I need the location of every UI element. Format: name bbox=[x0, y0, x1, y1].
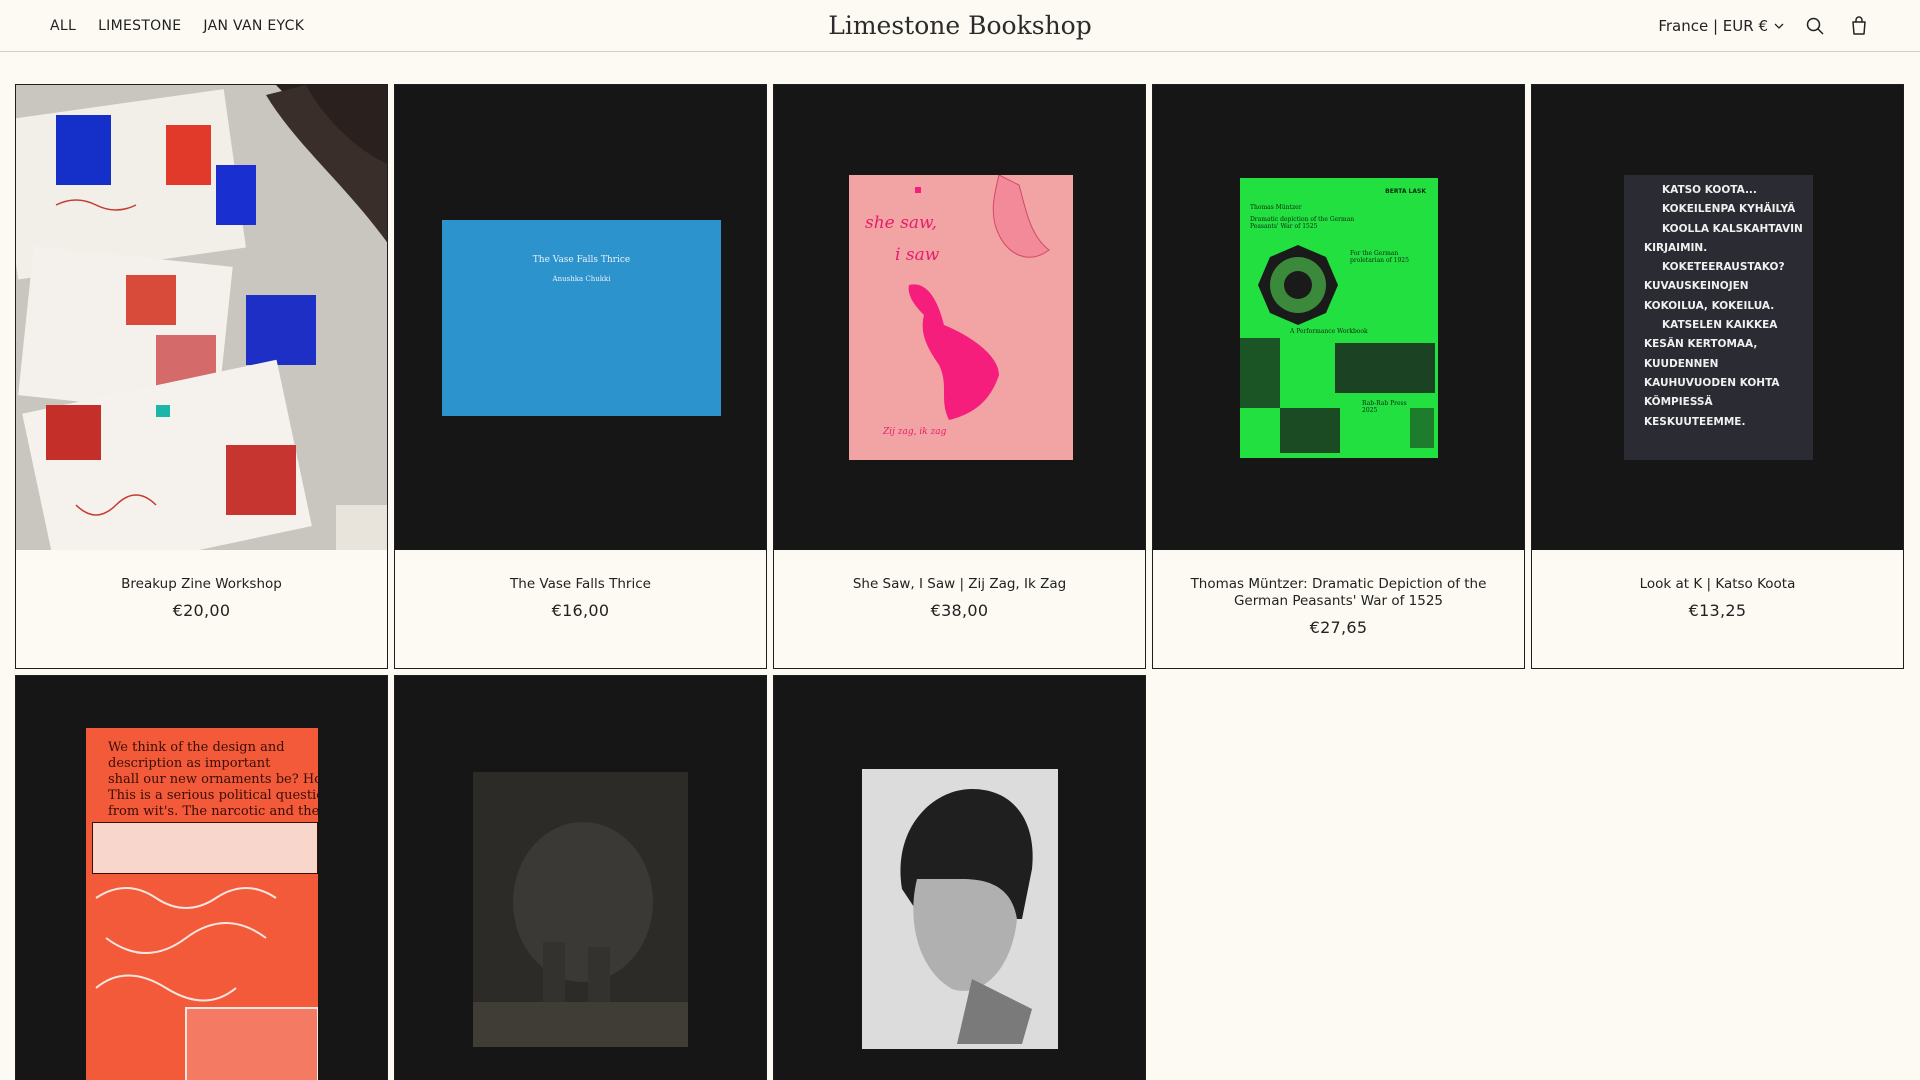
cover-line: KATSO KOOTA... bbox=[1662, 184, 1757, 196]
cover-line: KESÄN KERTOMAA, bbox=[1644, 338, 1758, 351]
cover-author: Anushka Chukki bbox=[552, 275, 611, 283]
product-info: Breakup Zine Workshop €20,00 bbox=[16, 550, 387, 668]
nav-all[interactable]: ALL bbox=[50, 18, 76, 34]
cover-line: description as important bbox=[108, 756, 271, 771]
cover-rosette-icon bbox=[1258, 245, 1338, 325]
product-price: €20,00 bbox=[172, 601, 231, 620]
product-image[interactable]: We think of the design and description a… bbox=[16, 676, 387, 1080]
cover-line: KOKOILUA, KOKEILUA. bbox=[1644, 299, 1775, 312]
product-card[interactable]: KATSO KOOTA... KOKEILENPA KYHÄILYÄ KOOLL… bbox=[1531, 84, 1904, 669]
cover-line: KESKUUTEEMME. bbox=[1644, 415, 1746, 428]
cover-line: KOKEILENPA KYHÄILYÄ bbox=[1662, 203, 1796, 216]
cover-title: The Vase Falls Thrice bbox=[532, 255, 631, 265]
product-title[interactable]: Look at K | Katso Koota bbox=[1532, 576, 1903, 593]
cover-line: KOKETEERAUSTAKO? bbox=[1662, 261, 1785, 274]
cover-line: KUUDENNEN bbox=[1644, 357, 1719, 370]
book-cover bbox=[473, 772, 688, 1047]
product-info: Thomas Müntzer: Dramatic Depiction of th… bbox=[1153, 550, 1524, 668]
cover-subtitle: Dramatic depiction of the German Peasant… bbox=[1250, 216, 1355, 230]
product-info: The Vase Falls Thrice €16,00 bbox=[395, 550, 766, 668]
cart-icon bbox=[1852, 16, 1866, 35]
product-card[interactable] bbox=[394, 675, 767, 1080]
cover-line: KATSELEN KAIKKEA bbox=[1662, 319, 1778, 332]
chevron-down-icon bbox=[1774, 23, 1784, 29]
product-image[interactable]: KATSO KOOTA... KOKEILENPA KYHÄILYÄ KOOLL… bbox=[1532, 85, 1903, 550]
cover-text-1: she saw, bbox=[865, 213, 937, 233]
cover-portrait-photo bbox=[862, 769, 1058, 1049]
cart-button[interactable] bbox=[1846, 13, 1872, 39]
cover-line: shall our new ornaments be? How bbox=[108, 772, 318, 787]
product-title[interactable]: Thomas Müntzer: Dramatic Depiction of th… bbox=[1153, 576, 1524, 610]
book-cover: We think of the design and description a… bbox=[86, 728, 318, 1080]
product-grid: Breakup Zine Workshop €20,00 The Vase Fa… bbox=[15, 84, 1905, 1080]
product-title[interactable]: Breakup Zine Workshop bbox=[16, 576, 387, 593]
product-card[interactable]: BERTA LASK Thomas Müntzer Dramatic depic… bbox=[1152, 84, 1525, 669]
site-logo[interactable]: Limestone Bookshop bbox=[828, 11, 1091, 40]
cover-line: from wit's. The narcotic and the bbox=[108, 804, 318, 819]
search-button[interactable] bbox=[1802, 13, 1828, 39]
cover-text-3: Zij zag, ik zag bbox=[883, 427, 947, 437]
product-image[interactable] bbox=[16, 85, 387, 550]
nav-limestone[interactable]: LIMESTONE bbox=[98, 18, 181, 34]
cover-press: Rab-Rab Press 2025 bbox=[1362, 400, 1407, 414]
site-header: ALL LIMESTONE JAN VAN EYCK Limestone Boo… bbox=[0, 0, 1920, 52]
product-image[interactable] bbox=[395, 676, 766, 1080]
product-title[interactable]: She Saw, I Saw | Zij Zag, Ik Zag bbox=[774, 576, 1145, 593]
cover-line: KOOLLA KALSKAHTAVIN bbox=[1662, 222, 1803, 235]
book-cover bbox=[862, 769, 1058, 1049]
cover-line: KUVAUSKEINOJEN bbox=[1644, 280, 1749, 293]
book-cover: she saw, i saw Zij zag, ik zag bbox=[849, 175, 1073, 460]
cover-line: KIRJAIMIN. bbox=[1644, 241, 1708, 254]
cover-crowd-illustration bbox=[1240, 338, 1435, 453]
book-cover: KATSO KOOTA... KOKEILENPA KYHÄILYÄ KOOLL… bbox=[1624, 175, 1813, 460]
cover-photo-elephant bbox=[473, 772, 688, 1047]
product-price: €13,25 bbox=[1688, 601, 1747, 620]
cover-line: KÖMPIESSÄ bbox=[1644, 396, 1713, 409]
product-image[interactable]: BERTA LASK Thomas Müntzer Dramatic depic… bbox=[1153, 85, 1524, 550]
locale-label: France | EUR € bbox=[1658, 17, 1768, 35]
workshop-photo bbox=[16, 85, 387, 550]
product-price: €38,00 bbox=[930, 601, 989, 620]
search-icon bbox=[1806, 17, 1824, 35]
product-info: She Saw, I Saw | Zij Zag, Ik Zag €38,00 bbox=[774, 550, 1145, 668]
cover-author: Thomas Müntzer bbox=[1250, 204, 1302, 211]
product-card[interactable]: Breakup Zine Workshop €20,00 bbox=[15, 84, 388, 669]
cover-line: KAUHUVUODEN KOHTA bbox=[1644, 376, 1780, 389]
product-card[interactable] bbox=[773, 675, 1146, 1080]
cover-line: This is a serious political question bbox=[108, 788, 318, 803]
locale-selector[interactable]: France | EUR € bbox=[1658, 17, 1784, 35]
product-card[interactable]: she saw, i saw Zij zag, ik zag She Saw, … bbox=[773, 84, 1146, 669]
product-info: Look at K | Katso Koota €13,25 bbox=[1532, 550, 1903, 668]
product-image[interactable] bbox=[774, 676, 1145, 1080]
cover-line: We think of the design and bbox=[108, 740, 285, 755]
book-cover: BERTA LASK Thomas Müntzer Dramatic depic… bbox=[1240, 178, 1438, 458]
cover-clipping bbox=[92, 822, 318, 874]
product-price: €16,00 bbox=[551, 601, 610, 620]
product-title[interactable]: The Vase Falls Thrice bbox=[395, 576, 766, 593]
product-price: €27,65 bbox=[1309, 618, 1368, 637]
product-card[interactable]: We think of the design and description a… bbox=[15, 675, 388, 1080]
cover-side-text: For the German proletarian of 1925 bbox=[1350, 250, 1409, 264]
header-tools: France | EUR € bbox=[1658, 0, 1872, 52]
cover-workbook-text: A Performance Workbook bbox=[1290, 328, 1368, 335]
product-image[interactable]: The Vase Falls Thrice Anushka Chukki bbox=[395, 85, 766, 550]
book-cover: The Vase Falls Thrice Anushka Chukki bbox=[442, 220, 721, 416]
cover-publisher: BERTA LASK bbox=[1385, 188, 1426, 195]
product-image[interactable]: she saw, i saw Zij zag, ik zag bbox=[774, 85, 1145, 550]
cover-text-2: i saw bbox=[895, 245, 940, 265]
main-nav: ALL LIMESTONE JAN VAN EYCK bbox=[50, 0, 326, 52]
cover-scribble-illustration bbox=[95, 887, 318, 1080]
product-card[interactable]: The Vase Falls Thrice Anushka Chukki The… bbox=[394, 84, 767, 669]
nav-jan-van-eyck[interactable]: JAN VAN EYCK bbox=[203, 18, 304, 34]
